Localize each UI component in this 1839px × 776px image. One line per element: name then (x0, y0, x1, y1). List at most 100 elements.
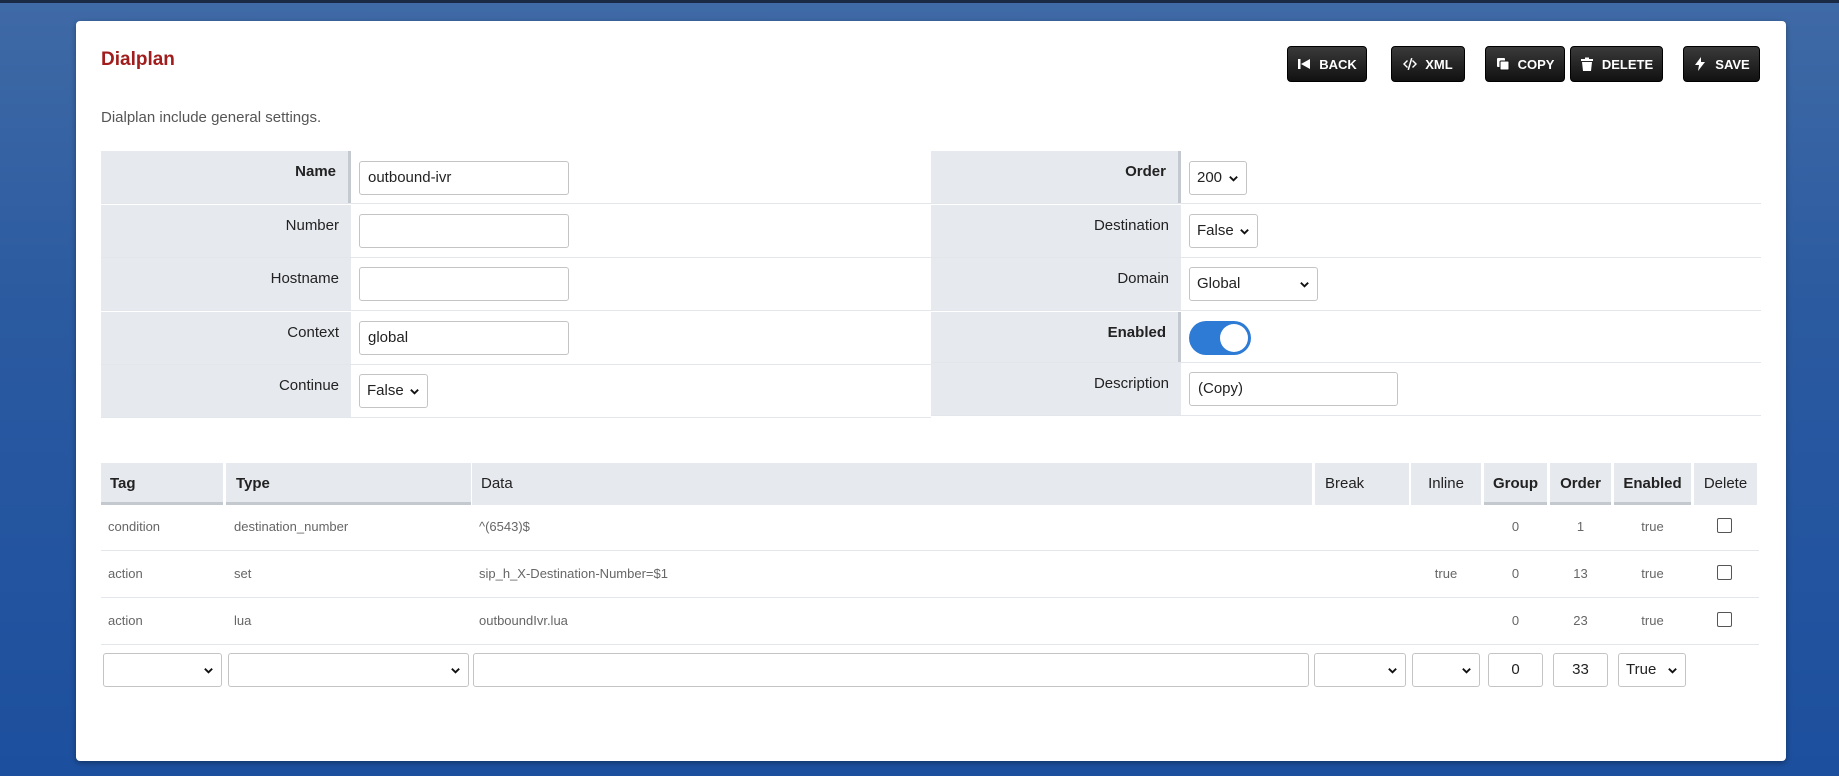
number-label: Number (101, 205, 351, 257)
order-label: Order (931, 151, 1181, 203)
domain-select-value: Global (1197, 275, 1241, 292)
chevron-down-icon (1299, 268, 1310, 302)
destination-label: Destination (931, 205, 1181, 257)
new-break-select[interactable] (1314, 653, 1406, 687)
col-header-data: Data (472, 463, 1312, 505)
chevron-down-icon (409, 375, 420, 409)
description-input[interactable]: (Copy) (1189, 372, 1398, 406)
divider (101, 310, 931, 311)
description-label: Description (931, 363, 1181, 415)
back-button-label: BACK (1319, 56, 1357, 72)
save-button[interactable]: SAVE (1683, 46, 1760, 82)
domain-label: Domain (931, 258, 1181, 310)
xml-button-label: XML (1425, 56, 1453, 72)
row-divider (101, 597, 1759, 598)
continue-label: Continue (101, 365, 351, 417)
chevron-down-icon (1387, 654, 1398, 688)
col-header-break: Break (1315, 463, 1409, 505)
row-divider (101, 550, 1759, 551)
row3-delete-checkbox[interactable] (1717, 612, 1732, 627)
col-header-order: Order (1550, 463, 1611, 505)
chevron-down-icon (1667, 654, 1678, 688)
row1-order: 1 (1576, 519, 1585, 534)
copy-icon (1496, 57, 1510, 71)
save-button-label: SAVE (1715, 56, 1750, 72)
number-input[interactable] (359, 214, 569, 248)
delete-button[interactable]: DELETE (1570, 46, 1663, 82)
chevron-down-icon (1228, 162, 1239, 196)
row2-data: sip_h_X-Destination-Number=$1 (479, 566, 668, 581)
destination-select[interactable]: False (1189, 214, 1258, 248)
new-inline-select[interactable] (1412, 653, 1480, 687)
row1-delete-checkbox[interactable] (1717, 518, 1732, 533)
continue-select[interactable]: False (359, 374, 428, 408)
order-select-value: 200 (1197, 169, 1223, 186)
chevron-down-icon (450, 654, 461, 688)
row3-type: lua (234, 613, 252, 628)
row3-data: outboundIvr.lua (479, 613, 568, 628)
new-enabled-value: True (1626, 661, 1657, 678)
row2-type: set (234, 566, 252, 581)
name-label: Name (101, 151, 351, 203)
row1-enabled: true (1641, 519, 1664, 534)
row2-delete-checkbox[interactable] (1717, 565, 1732, 580)
context-label: Context (101, 312, 351, 364)
page-description: Dialplan include general settings. (101, 109, 322, 126)
enabled-label: Enabled (931, 312, 1181, 364)
new-type-select[interactable] (228, 653, 469, 687)
new-order-input[interactable]: 33 (1553, 653, 1608, 687)
new-group-input[interactable]: 0 (1488, 653, 1543, 687)
row-divider (101, 644, 1759, 645)
row3-group: 0 (1511, 613, 1520, 628)
enabled-toggle[interactable] (1189, 321, 1251, 355)
order-select[interactable]: 200 (1189, 161, 1247, 195)
chevron-down-icon (203, 654, 214, 688)
row2-inline: true (1434, 566, 1458, 581)
row1-type: destination_number (234, 519, 349, 534)
name-input[interactable]: outbound-ivr (359, 161, 569, 195)
row1-tag: condition (108, 519, 161, 534)
xml-button[interactable]: XML (1391, 46, 1465, 82)
hostname-input[interactable] (359, 267, 569, 301)
destination-select-value: False (1197, 222, 1234, 239)
row2-order: 13 (1573, 566, 1588, 581)
page-title: Dialplan (101, 49, 175, 70)
col-header-delete: Delete (1694, 463, 1757, 505)
chevron-down-icon (1461, 654, 1472, 688)
row1-group: 0 (1511, 519, 1520, 534)
continue-select-value: False (367, 382, 404, 399)
divider (101, 417, 931, 418)
new-data-input[interactable] (473, 653, 1309, 687)
row3-tag: action (108, 613, 143, 628)
bolt-icon (1693, 57, 1707, 71)
delete-button-label: DELETE (1601, 56, 1654, 72)
toggle-knob (1220, 324, 1248, 352)
divider (931, 310, 1761, 311)
code-icon (1403, 57, 1418, 71)
col-header-tag: Tag (101, 463, 223, 505)
row2-tag: action (108, 566, 143, 581)
row2-enabled: true (1641, 566, 1664, 581)
col-header-type: Type (226, 463, 471, 505)
col-header-inline: Inline (1411, 463, 1481, 505)
divider (101, 203, 931, 204)
row1-data: ^(6543)$ (479, 519, 530, 534)
new-tag-select[interactable] (103, 653, 222, 687)
row3-enabled: true (1641, 613, 1664, 628)
back-button[interactable]: BACK (1287, 46, 1367, 82)
chevron-down-icon (1239, 215, 1250, 249)
col-header-enabled: Enabled (1614, 463, 1691, 505)
new-enabled-select[interactable]: True (1618, 653, 1686, 687)
col-header-group: Group (1484, 463, 1547, 505)
domain-select[interactable]: Global (1189, 267, 1318, 301)
row2-group: 0 (1511, 566, 1520, 581)
hostname-label: Hostname (101, 258, 351, 310)
context-input[interactable]: global (359, 321, 569, 355)
copy-button[interactable]: COPY (1485, 46, 1565, 82)
copy-button-label: COPY (1517, 56, 1555, 72)
back-icon (1297, 57, 1311, 71)
window-top-border (0, 0, 1839, 3)
trash-icon (1580, 57, 1594, 71)
row3-order: 23 (1573, 613, 1588, 628)
divider (931, 415, 1761, 416)
